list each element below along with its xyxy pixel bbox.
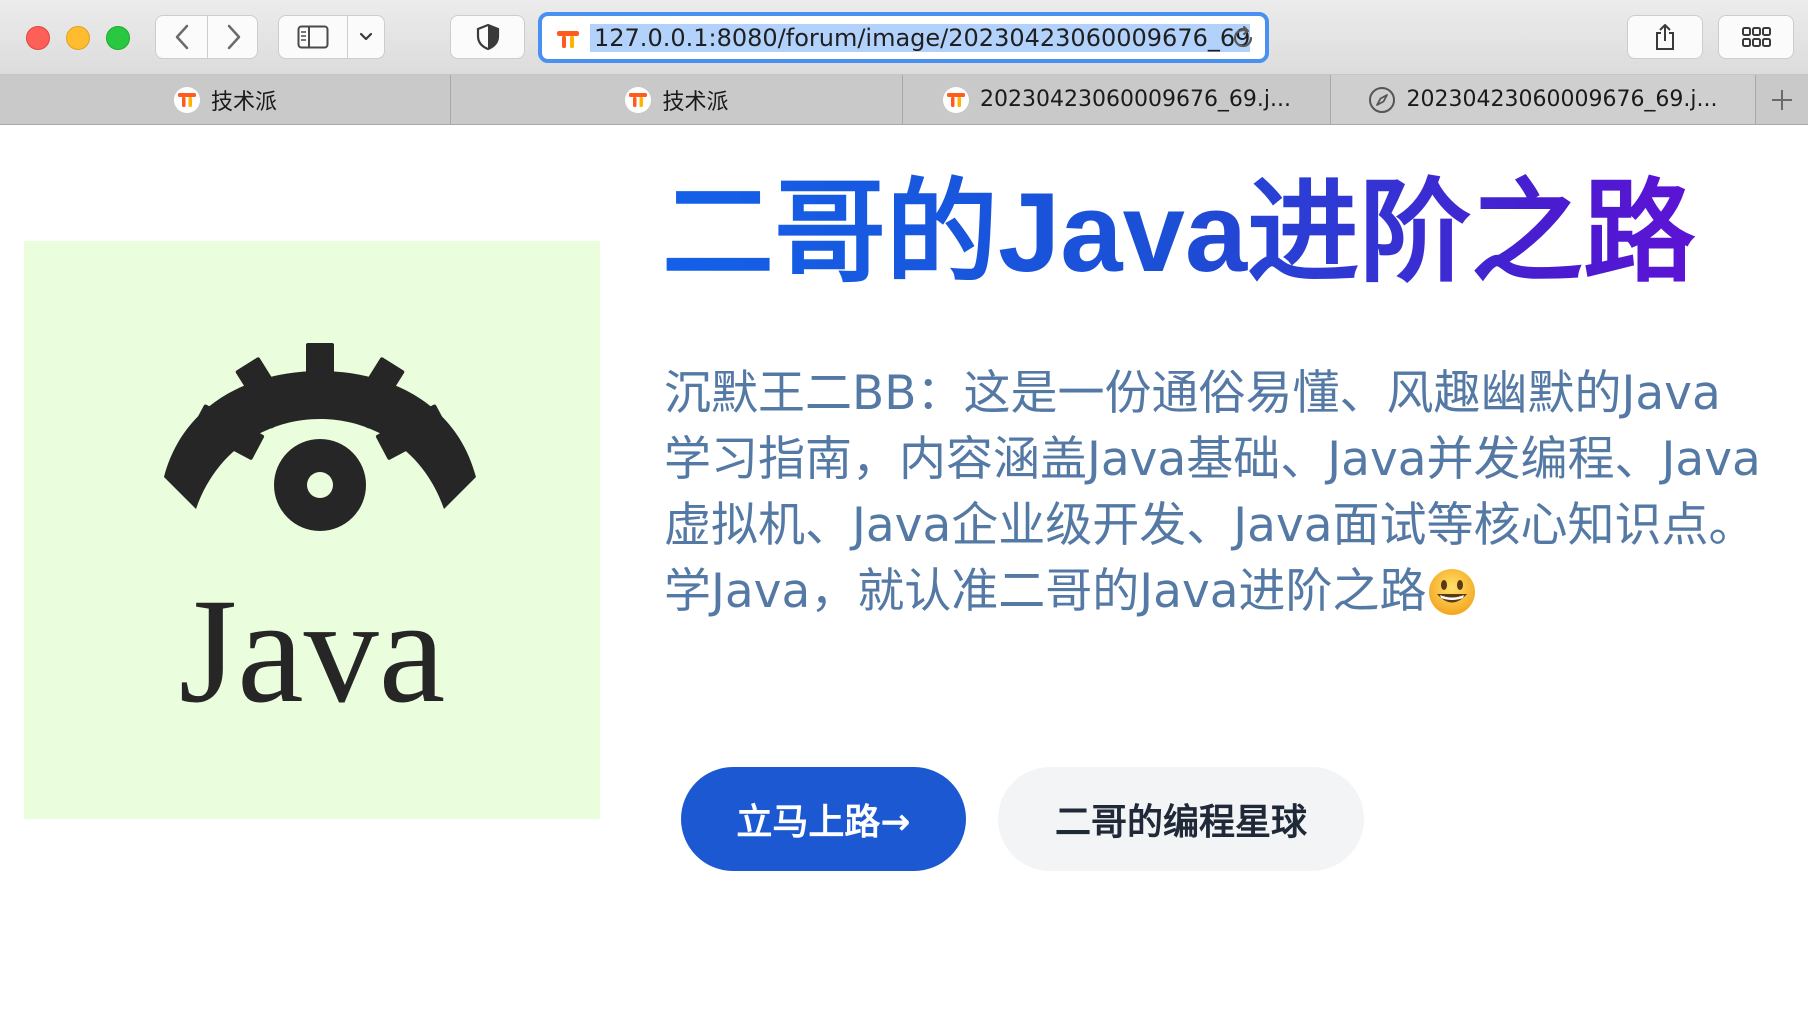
reload-icon	[1233, 25, 1253, 48]
tab-label: 20230423060009676_69.j...	[979, 87, 1292, 112]
sidebar-icon	[297, 25, 329, 49]
java-logo-text: Java	[178, 568, 446, 734]
new-tab-button[interactable]	[1756, 75, 1808, 124]
shield-icon	[476, 23, 499, 51]
reload-button[interactable]	[1229, 24, 1257, 56]
chevron-left-icon	[175, 24, 188, 50]
description-text: 沉默王二BB：这是一份通俗易懂、风趣幽默的Java学习指南，内容涵盖Java基础…	[664, 366, 1761, 619]
sidebar-menu-button[interactable]	[348, 16, 384, 58]
compass-icon	[1369, 86, 1396, 113]
sidebar-toggle-button[interactable]	[279, 16, 347, 58]
zoom-window-button[interactable]	[106, 26, 130, 50]
sidebar-group	[278, 15, 385, 59]
page-description: 沉默王二BB：这是一份通俗易懂、风趣幽默的Java学习指南，内容涵盖Java基础…	[664, 361, 1764, 625]
share-button[interactable]	[1627, 15, 1703, 59]
back-forward-group	[155, 15, 258, 59]
page-title: 二哥的Java进阶之路	[662, 165, 1782, 301]
tab-bar: 技术派 技术派 20230423060009676_69.j... 202304…	[0, 75, 1808, 125]
plus-icon	[1772, 89, 1792, 110]
close-window-button[interactable]	[26, 26, 50, 50]
tab-image-1[interactable]: 20230423060009676_69.j...	[903, 75, 1331, 124]
get-started-button[interactable]: 立马上路→	[681, 767, 966, 871]
url-text[interactable]: 127.0.0.1:8080/forum/image/2023042306000…	[590, 24, 1250, 52]
tab-image-2[interactable]: 20230423060009676_69.j...	[1331, 75, 1756, 124]
grinning-face-emoji-icon	[1427, 567, 1477, 617]
tab-overview-button[interactable]	[1718, 15, 1794, 59]
forward-button[interactable]	[208, 16, 259, 58]
tab-label: 20230423060009676_69.j...	[1406, 87, 1718, 112]
tab-label: 技术派	[662, 89, 729, 115]
grid-icon	[1742, 27, 1771, 47]
techpai-favicon-icon	[556, 29, 580, 55]
address-bar[interactable]: 127.0.0.1:8080/forum/image/2023042306000…	[538, 12, 1269, 63]
tab-techpai-1[interactable]: 技术派	[0, 75, 451, 124]
tab-label: 技术派	[210, 89, 277, 115]
browser-toolbar: 127.0.0.1:8080/forum/image/2023042306000…	[0, 0, 1808, 75]
techpai-favicon-icon	[173, 86, 200, 113]
techpai-favicon-icon	[625, 86, 652, 113]
minimize-window-button[interactable]	[66, 26, 90, 50]
privacy-report-button[interactable]	[450, 15, 525, 59]
coding-planet-button[interactable]: 二哥的编程星球	[998, 767, 1364, 871]
techpai-favicon-icon	[942, 86, 969, 113]
chevron-right-icon	[227, 24, 240, 50]
back-button[interactable]	[156, 16, 207, 58]
share-icon	[1656, 24, 1674, 50]
tab-techpai-2[interactable]: 技术派	[451, 75, 903, 124]
java-logo-image: Java	[24, 241, 600, 819]
chevron-down-icon	[359, 32, 373, 41]
